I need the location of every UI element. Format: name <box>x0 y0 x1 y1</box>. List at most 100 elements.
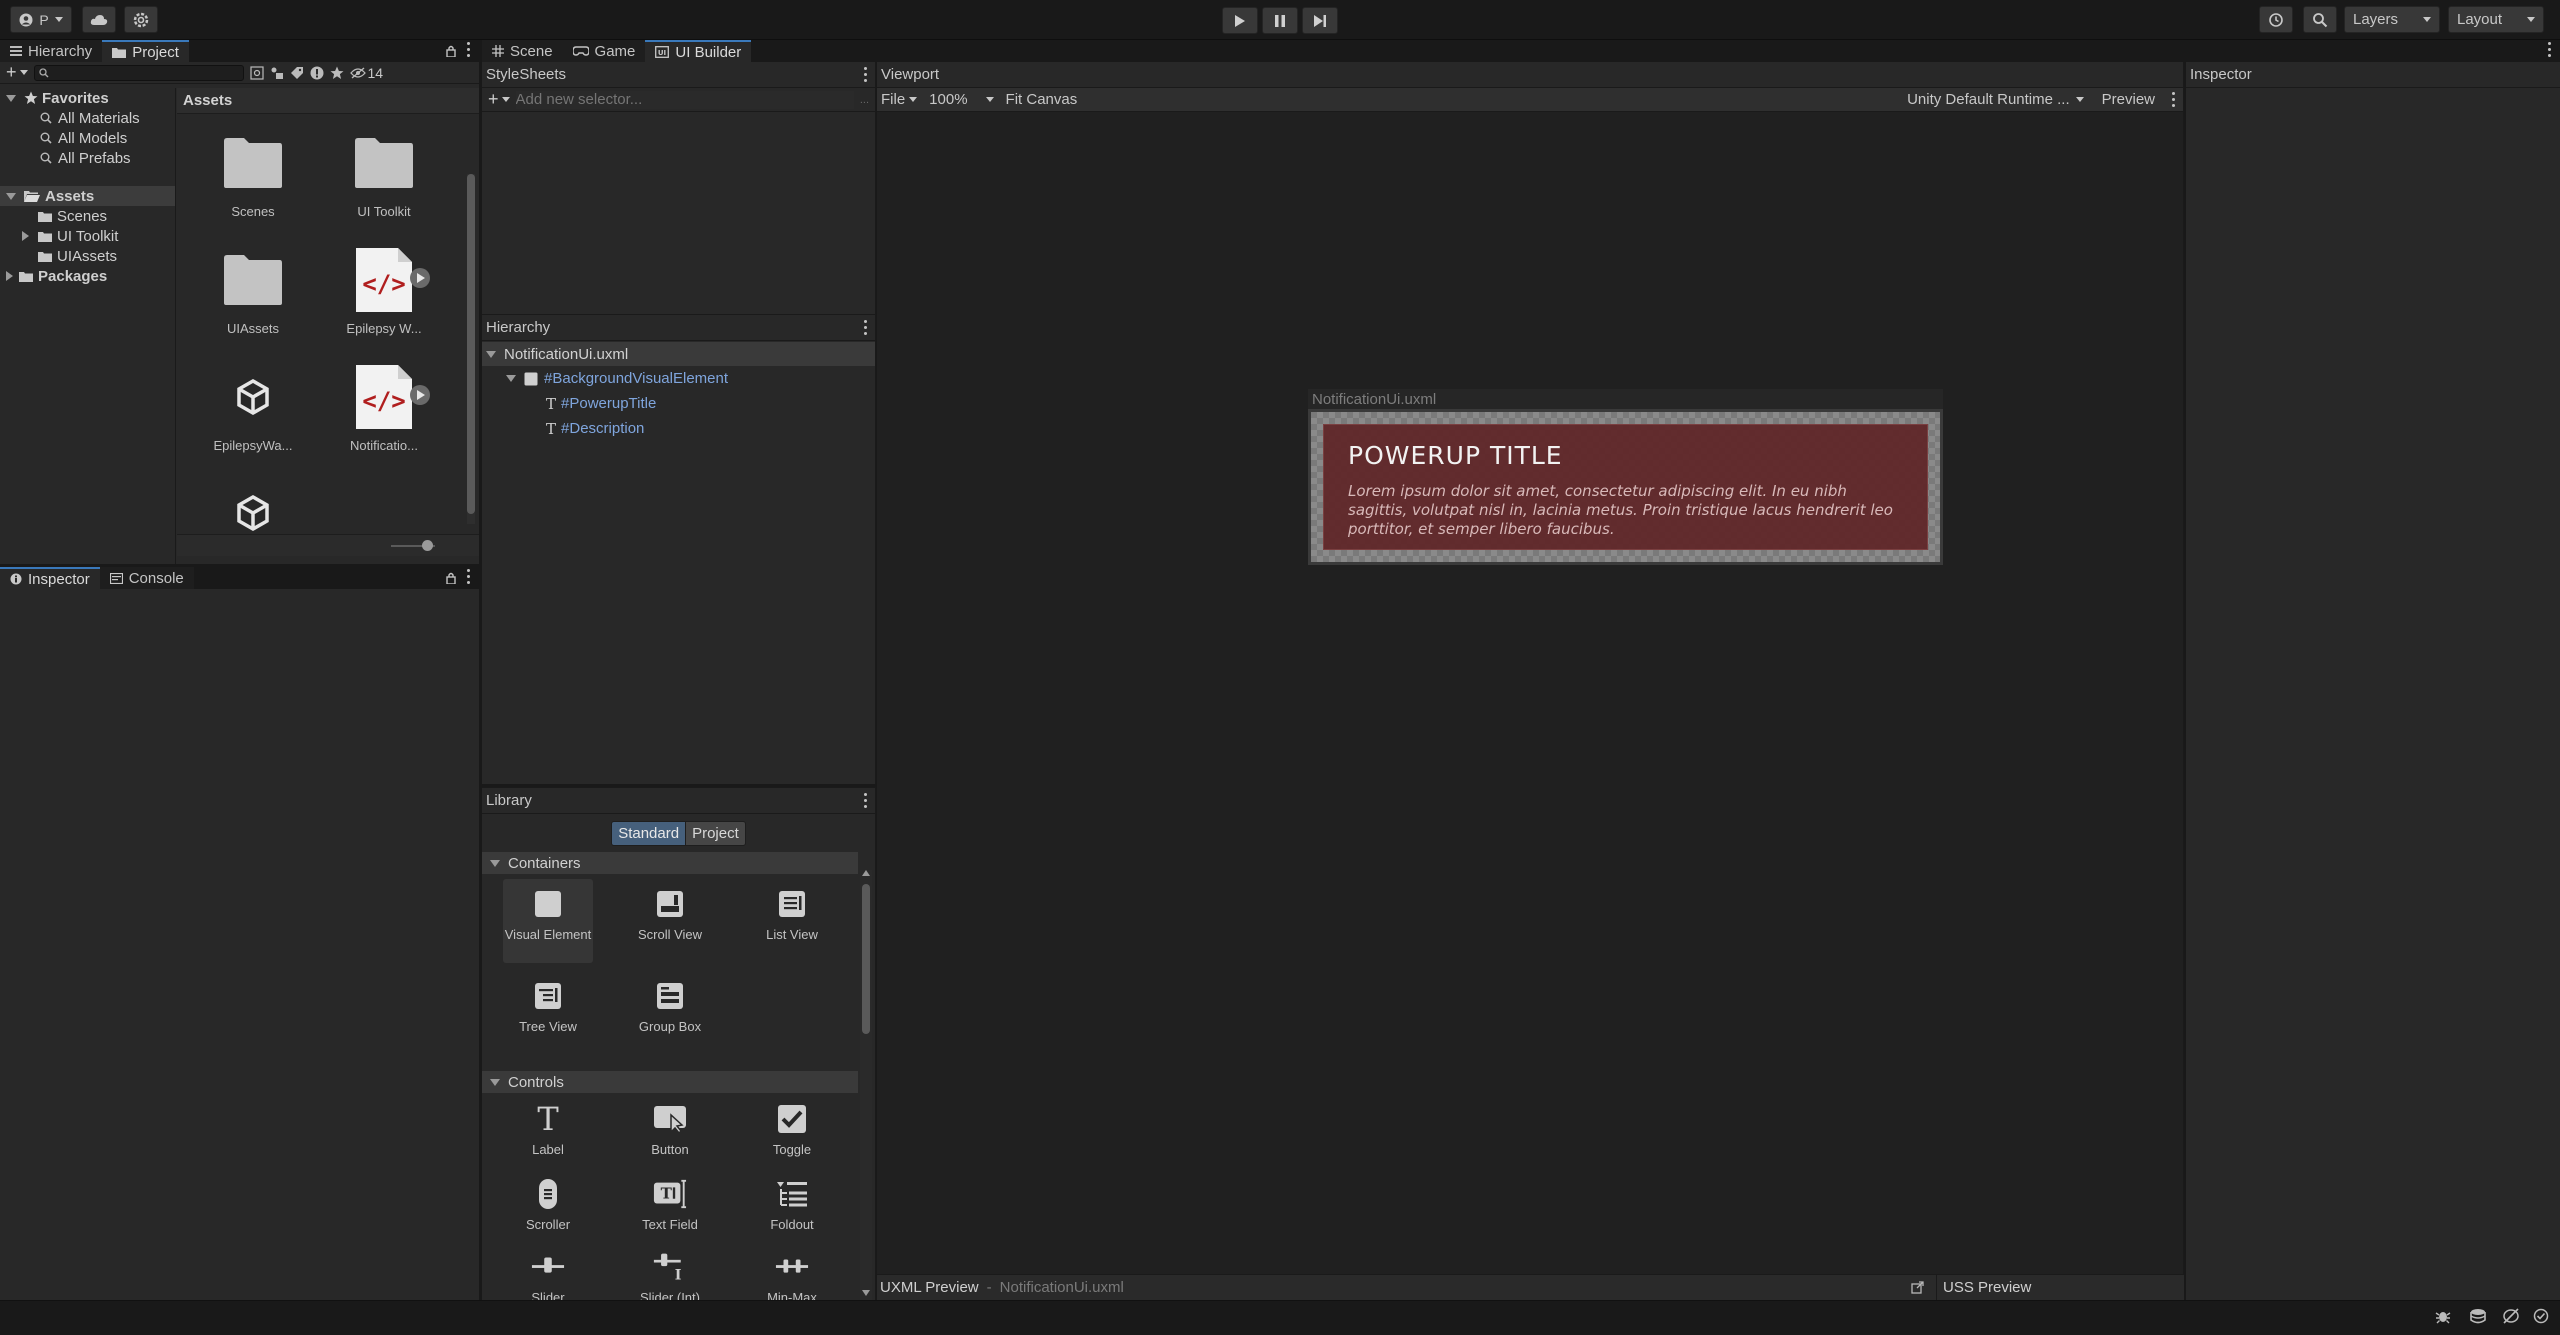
add-stylesheet-button[interactable]: + <box>488 89 510 110</box>
uxml-canvas[interactable]: NotificationUi.uxml POWERUP TITLE Lorem … <box>1308 389 1943 565</box>
hierarchy-item-background[interactable]: #BackgroundVisualElement <box>482 366 875 391</box>
description-label[interactable]: Lorem ipsum dolor sit amet, consectetur … <box>1348 482 1903 539</box>
lock-icon[interactable] <box>446 572 456 584</box>
hierarchy-item-powerup-title[interactable]: T #PowerupTitle <box>482 391 875 416</box>
library-item-scroller[interactable]: Scroller <box>503 1177 593 1232</box>
more-options-icon[interactable] <box>863 320 867 335</box>
more-options-icon[interactable] <box>863 67 867 82</box>
background-visual-element[interactable]: POWERUP TITLE Lorem ipsum dolor sit amet… <box>1323 424 1928 550</box>
play-circle-icon[interactable] <box>409 267 431 289</box>
collab-button[interactable] <box>124 6 158 33</box>
powerup-title-label[interactable]: POWERUP TITLE <box>1348 441 1903 470</box>
more-options-icon[interactable] <box>2547 42 2551 57</box>
expand-arrow-icon[interactable] <box>486 350 496 358</box>
library-item-button[interactable]: Button <box>625 1102 715 1157</box>
tree-all-models[interactable]: All Models <box>0 128 175 148</box>
uss-preview-header[interactable]: USS Preview <box>1937 1275 2031 1300</box>
library-item-slider-int[interactable]: I Slider (Int) <box>625 1250 715 1301</box>
layout-dropdown[interactable]: Layout <box>2448 6 2544 33</box>
hierarchy-item-description[interactable]: T #Description <box>482 416 875 441</box>
library-item-label-control[interactable]: T Label <box>503 1100 593 1157</box>
more-options-icon[interactable] <box>466 42 470 57</box>
library-project-tab[interactable]: Project <box>686 820 746 846</box>
tab-inspector[interactable]: Inspector <box>0 567 100 589</box>
file-menu[interactable]: File <box>881 91 918 108</box>
play-circle-icon[interactable] <box>409 384 431 406</box>
asset-scenes-folder[interactable]: Scenes <box>198 128 308 219</box>
theme-dropdown[interactable]: Unity Default Runtime ... <box>1907 91 2084 108</box>
tab-scene[interactable]: Scene <box>482 40 563 62</box>
star-icon[interactable] <box>330 66 344 80</box>
tab-project[interactable]: Project <box>102 40 189 62</box>
search-by-label-icon[interactable] <box>270 66 284 80</box>
expand-arrow-icon[interactable] <box>506 375 516 382</box>
tab-ui-builder[interactable]: UI UI Builder <box>645 40 752 62</box>
network-off-icon[interactable] <box>2502 1308 2520 1324</box>
library-standard-tab[interactable]: Standard <box>611 820 687 846</box>
step-button[interactable] <box>1302 7 1338 34</box>
tree-uiassets[interactable]: UIAssets <box>0 246 175 266</box>
library-item-slider[interactable]: Slider <box>503 1250 593 1301</box>
project-search-input[interactable] <box>33 64 244 81</box>
grid-breadcrumb-label[interactable]: Assets <box>183 92 232 109</box>
check-circle-icon[interactable] <box>2533 1308 2549 1324</box>
section-containers[interactable]: Containers <box>482 852 858 874</box>
lock-icon[interactable] <box>446 45 456 57</box>
cloud-button[interactable] <box>82 6 116 33</box>
play-button[interactable] <box>1222 7 1258 34</box>
hierarchy-root-document[interactable]: NotificationUi.uxml <box>482 342 875 366</box>
tree-favorites[interactable]: Favorites <box>0 88 175 108</box>
cache-server-icon[interactable] <box>2469 1308 2487 1324</box>
tree-scenes[interactable]: Scenes <box>0 206 175 226</box>
asset-ui-toolkit-folder[interactable]: UI Toolkit <box>329 128 439 219</box>
scroll-down-icon[interactable] <box>862 1290 870 1296</box>
expand-arrow-icon[interactable] <box>6 271 13 281</box>
more-options-icon[interactable] <box>863 793 867 808</box>
account-dropdown[interactable]: P <box>10 6 72 33</box>
tree-all-materials[interactable]: All Materials <box>0 108 175 128</box>
tree-all-prefabs[interactable]: All Prefabs <box>0 148 175 168</box>
fit-canvas-button[interactable]: Fit Canvas <box>1006 91 1078 108</box>
tab-game[interactable]: Game <box>562 40 646 62</box>
tree-packages[interactable]: Packages <box>0 266 175 286</box>
expand-arrow-icon[interactable] <box>22 231 29 241</box>
more-options-icon[interactable] <box>2171 92 2175 107</box>
asset-epilepsy-prefab[interactable]: EpilepsyWa... <box>198 362 308 453</box>
tab-hierarchy[interactable]: Hierarchy <box>0 40 103 62</box>
library-item-visual-element[interactable]: Visual Element <box>503 879 593 963</box>
preview-toggle[interactable]: Preview <box>2102 91 2155 108</box>
uxml-preview-header[interactable]: UXML Preview - NotificationUi.uxml <box>877 1275 1936 1300</box>
search-button[interactable] <box>2303 6 2337 33</box>
warning-icon[interactable] <box>310 66 324 80</box>
slider-handle[interactable] <box>422 540 433 551</box>
library-item-tree-view[interactable]: Tree View <box>503 979 593 1034</box>
selector-more-icon[interactable]: ... <box>860 94 869 106</box>
tree-ui-toolkit[interactable]: UI Toolkit <box>0 226 175 246</box>
create-button[interactable]: + <box>6 62 28 83</box>
open-external-icon[interactable] <box>1911 1281 1924 1294</box>
library-scrollbar[interactable] <box>860 870 872 1300</box>
zoom-dropdown[interactable]: 100% <box>929 91 994 108</box>
library-item-group-box[interactable]: Group Box <box>625 979 715 1034</box>
library-item-toggle[interactable]: Toggle <box>747 1102 837 1157</box>
scrollbar-thumb[interactable] <box>862 884 870 1034</box>
tag-icon[interactable] <box>290 66 304 80</box>
asset-notification-uxml[interactable]: </> Notificatio... <box>329 362 439 453</box>
asset-uiassets-folder[interactable]: UIAssets <box>198 245 308 336</box>
library-item-scroll-view[interactable]: Scroll View <box>625 887 715 942</box>
section-controls[interactable]: Controls <box>482 1071 858 1093</box>
layers-dropdown[interactable]: Layers <box>2344 6 2440 33</box>
history-button[interactable] <box>2259 6 2293 33</box>
grid-scrollbar[interactable] <box>467 174 475 524</box>
more-options-icon[interactable] <box>466 569 470 584</box>
scrollbar-thumb[interactable] <box>467 174 475 514</box>
tab-console[interactable]: Console <box>99 567 194 589</box>
library-item-list-view[interactable]: List View <box>747 887 837 942</box>
library-item-text-field[interactable]: T Text Field <box>625 1177 715 1232</box>
pause-button[interactable] <box>1262 7 1298 34</box>
scroll-up-icon[interactable] <box>862 870 870 876</box>
tree-assets[interactable]: Assets <box>0 186 175 206</box>
library-item-foldout[interactable]: Foldout <box>747 1177 837 1232</box>
search-by-type-icon[interactable] <box>249 65 264 80</box>
library-item-min-max[interactable]: Min-Max <box>747 1250 837 1301</box>
